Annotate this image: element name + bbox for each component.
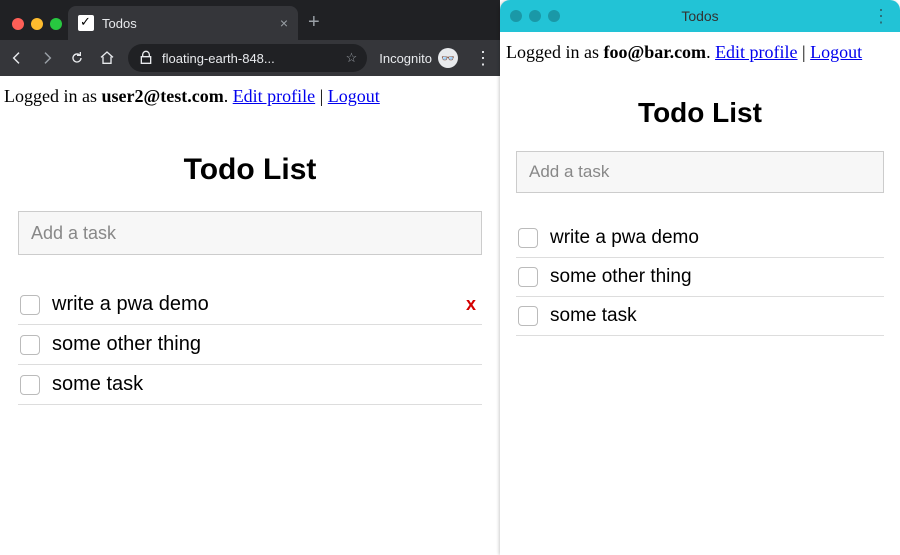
task-list-right: write a pwa demo some other thing some tas… xyxy=(516,219,884,336)
login-email: user2@test.com xyxy=(101,86,223,106)
favicon-icon xyxy=(78,15,94,31)
browser-toolbar: floating-earth-848... ☆ Incognito 👓 ⋮ xyxy=(0,40,500,76)
page-content-right: Logged in as foo@bar.com. Edit profile |… xyxy=(500,32,900,555)
url-text: floating-earth-848... xyxy=(162,51,338,66)
login-email: foo@bar.com xyxy=(603,42,706,62)
lock-icon xyxy=(138,50,154,66)
reload-button[interactable] xyxy=(68,49,86,67)
tab-title: Todos xyxy=(102,16,272,31)
home-button[interactable] xyxy=(98,49,116,67)
task-label: write a pwa demo xyxy=(52,293,454,316)
login-status: Logged in as foo@bar.com. Edit profile |… xyxy=(506,42,894,63)
task-checkbox[interactable] xyxy=(518,267,538,287)
task-checkbox[interactable] xyxy=(518,306,538,326)
maximize-window-icon[interactable] xyxy=(50,18,62,30)
login-status: Logged in as user2@test.com. Edit profil… xyxy=(4,86,496,107)
task-label: write a pwa demo xyxy=(550,227,882,249)
incognito-indicator: Incognito 👓 xyxy=(379,48,458,68)
login-dot: . xyxy=(224,86,233,106)
add-task-input[interactable] xyxy=(516,151,884,193)
task-checkbox[interactable] xyxy=(20,375,40,395)
task-row: write a pwa demo xyxy=(516,219,884,258)
back-button[interactable] xyxy=(8,49,26,67)
task-label: some other thing xyxy=(52,333,480,356)
pwa-window: Todos ⋮ Logged in as foo@bar.com. Edit p… xyxy=(500,0,900,555)
todo-app-right: Todo List write a pwa demo some other thi… xyxy=(506,63,894,336)
add-task-input[interactable] xyxy=(18,211,482,255)
page-content-left: Logged in as user2@test.com. Edit profil… xyxy=(0,76,500,555)
page-title: Todo List xyxy=(18,153,482,187)
tab-strip: Todos × + xyxy=(0,0,500,40)
close-tab-icon[interactable]: × xyxy=(280,15,288,31)
task-row: write a pwa demo x xyxy=(18,285,482,325)
task-checkbox[interactable] xyxy=(20,295,40,315)
incognito-icon: 👓 xyxy=(438,48,458,68)
todo-app-left: Todo List write a pwa demo x some other th… xyxy=(4,107,496,405)
task-checkbox[interactable] xyxy=(20,335,40,355)
login-sep: | xyxy=(798,42,811,62)
browser-tab[interactable]: Todos × xyxy=(68,6,298,40)
new-tab-button[interactable]: + xyxy=(298,11,330,40)
logout-link[interactable]: Logout xyxy=(810,42,862,62)
login-prefix: Logged in as xyxy=(506,42,603,62)
logout-link[interactable]: Logout xyxy=(328,86,380,106)
login-prefix: Logged in as xyxy=(4,86,101,106)
close-window-icon[interactable] xyxy=(12,18,24,30)
pwa-titlebar: Todos ⋮ xyxy=(500,0,900,32)
task-list-left: write a pwa demo x some other thing some ta… xyxy=(18,285,482,405)
login-sep: | xyxy=(315,86,328,106)
browser-menu-button[interactable]: ⋮ xyxy=(470,48,492,69)
forward-button[interactable] xyxy=(38,49,56,67)
pwa-menu-button[interactable]: ⋮ xyxy=(872,6,890,27)
page-title: Todo List xyxy=(516,97,884,129)
task-label: some task xyxy=(52,373,480,396)
login-dot: . xyxy=(706,42,715,62)
task-row: some other thing xyxy=(18,325,482,365)
chrome-window: Todos × + flo xyxy=(0,0,500,555)
window-controls[interactable] xyxy=(8,18,68,40)
minimize-window-icon[interactable] xyxy=(31,18,43,30)
task-label: some other thing xyxy=(550,266,882,288)
chrome-top: Todos × + flo xyxy=(0,0,500,76)
edit-profile-link[interactable]: Edit profile xyxy=(715,42,797,62)
task-row: some task xyxy=(516,297,884,336)
pwa-title: Todos xyxy=(500,8,900,24)
task-label: some task xyxy=(550,305,882,327)
incognito-label: Incognito xyxy=(379,51,432,66)
task-checkbox[interactable] xyxy=(518,228,538,248)
task-row: some other thing xyxy=(516,258,884,297)
star-icon[interactable]: ☆ xyxy=(346,50,358,66)
edit-profile-link[interactable]: Edit profile xyxy=(233,86,315,106)
task-row: some task xyxy=(18,365,482,405)
address-bar[interactable]: floating-earth-848... ☆ xyxy=(128,44,367,72)
delete-task-button[interactable]: x xyxy=(466,294,480,315)
